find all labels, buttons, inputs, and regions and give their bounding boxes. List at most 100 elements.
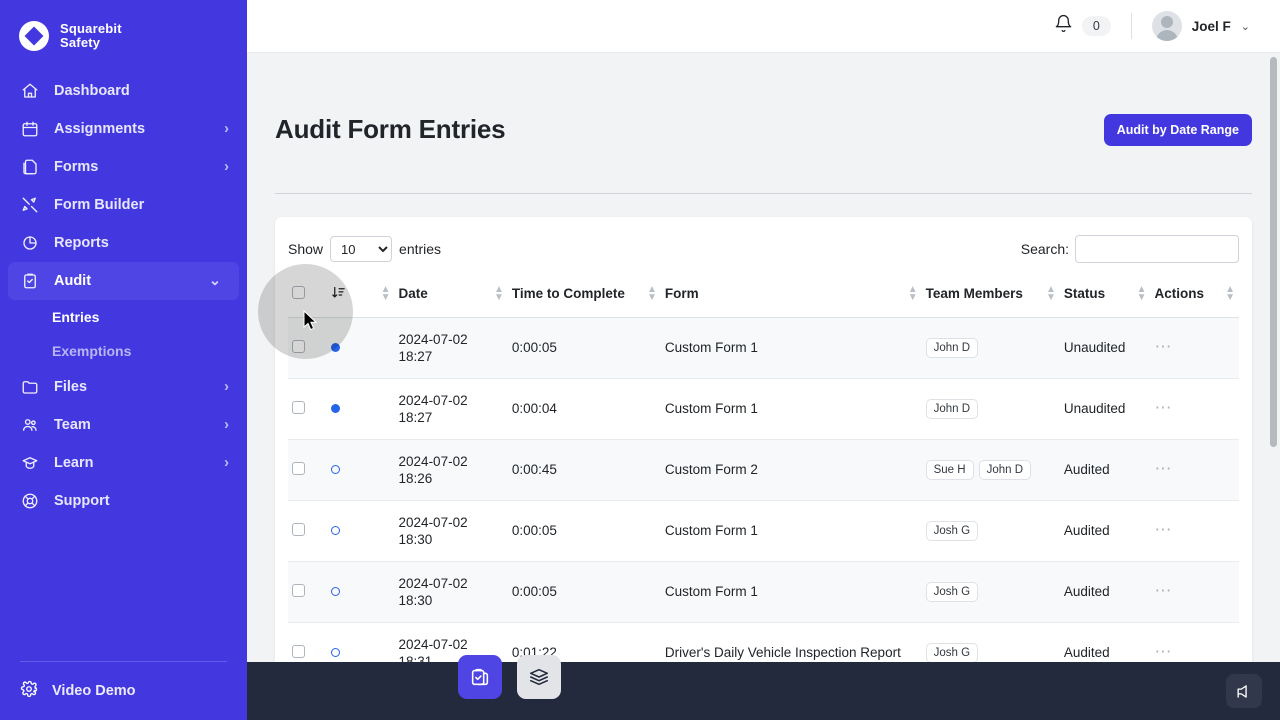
cell-select[interactable] bbox=[288, 439, 327, 501]
search-input[interactable] bbox=[1075, 234, 1239, 263]
cell-actions[interactable]: ⋯ bbox=[1150, 561, 1239, 623]
header-divider bbox=[275, 192, 1252, 194]
chevron-down-icon[interactable]: ⌄ bbox=[1241, 20, 1250, 33]
row-checkbox[interactable] bbox=[292, 583, 305, 597]
th-team-members[interactable]: Team Members ▲ ▼ bbox=[921, 276, 1060, 318]
sidebar-item-audit[interactable]: Audit ⌄ bbox=[8, 262, 239, 300]
row-time: 18:27 bbox=[398, 348, 433, 364]
sidebar-item-label: Dashboard bbox=[54, 83, 130, 99]
sidebar-item-label: Audit bbox=[54, 273, 92, 289]
th-status[interactable]: Status ▲ ▼ bbox=[1059, 276, 1151, 318]
page-length-select[interactable]: 10 25 50 100 bbox=[330, 235, 393, 262]
team-member-chip: John D bbox=[925, 337, 979, 358]
graduation-icon bbox=[20, 453, 40, 473]
cell-select[interactable] bbox=[288, 500, 327, 562]
ellipsis-icon[interactable]: ⋯ bbox=[1155, 581, 1173, 600]
brand-logo[interactable]: Squarebit Safety bbox=[0, 0, 247, 58]
sidebar-item-reports[interactable]: Reports bbox=[0, 224, 247, 262]
select-all-checkbox[interactable] bbox=[292, 285, 305, 299]
ellipsis-icon[interactable]: ⋯ bbox=[1155, 337, 1173, 356]
sidebar-subitem-label: Exemptions bbox=[52, 343, 132, 359]
cell-actions[interactable]: ⋯ bbox=[1150, 317, 1239, 379]
audited-circle-icon bbox=[330, 526, 340, 536]
row-date: 2024-07-02 bbox=[398, 453, 468, 469]
cell-status: Unaudited bbox=[1059, 317, 1151, 379]
sort-caret-icon[interactable]: ▲ ▼ bbox=[381, 284, 391, 302]
megaphone-icon[interactable] bbox=[1226, 674, 1262, 708]
th-sort-order[interactable]: ▲ ▼ bbox=[326, 276, 395, 318]
clipboard-check-icon[interactable] bbox=[458, 655, 502, 699]
people-icon bbox=[20, 415, 40, 435]
sidebar-item-dashboard[interactable]: Dashboard bbox=[0, 72, 247, 110]
sort-caret-icon[interactable]: ▲ ▼ bbox=[1046, 284, 1056, 302]
row-checkbox[interactable] bbox=[292, 461, 305, 475]
table-row[interactable]: 2024-07-02 18:27 0:00:04 Custom Form 1 John … bbox=[288, 378, 1239, 440]
unaudited-dot-icon bbox=[330, 343, 340, 353]
table-row[interactable]: 2024-07-02 18:30 0:00:05 Custom Form 1 Josh … bbox=[288, 500, 1239, 562]
cell-time-to-complete: 0:00:05 bbox=[507, 317, 661, 379]
cell-actions[interactable]: ⋯ bbox=[1150, 439, 1239, 501]
search-label: Search: bbox=[1020, 240, 1069, 257]
chevron-right-icon: › bbox=[224, 121, 229, 137]
cell-team-members: John D bbox=[921, 378, 1060, 440]
sidebar-item-files[interactable]: Files › bbox=[0, 368, 247, 406]
ellipsis-icon[interactable]: ⋯ bbox=[1155, 642, 1173, 661]
archive-inbox-icon[interactable] bbox=[517, 655, 561, 699]
sort-caret-icon[interactable]: ▲ ▼ bbox=[647, 284, 657, 302]
th-select-all[interactable] bbox=[288, 276, 327, 318]
sidebar-item-forms[interactable]: Forms › bbox=[0, 148, 247, 186]
table-row[interactable]: 2024-07-02 18:27 0:00:05 Custom Form 1 John … bbox=[288, 317, 1239, 379]
notification-count-badge: 0 bbox=[1081, 16, 1111, 36]
cell-actions[interactable]: ⋯ bbox=[1150, 500, 1239, 562]
user-name-label: Joel F bbox=[1191, 18, 1231, 34]
notifications[interactable]: 0 bbox=[1054, 14, 1111, 38]
row-checkbox[interactable] bbox=[292, 644, 305, 658]
sidebar-item-form-builder[interactable]: Form Builder bbox=[0, 186, 247, 224]
row-date: 2024-07-02 bbox=[398, 392, 468, 408]
diamond-logo-icon bbox=[18, 20, 50, 52]
table-row[interactable]: 2024-07-02 18:30 0:00:05 Custom Form 1 Josh … bbox=[288, 561, 1239, 623]
sort-caret-icon[interactable]: ▲ ▼ bbox=[1137, 284, 1147, 302]
ellipsis-icon[interactable]: ⋯ bbox=[1155, 520, 1173, 539]
table-row[interactable]: 2024-07-02 18:26 0:00:45 Custom Form 2 Sue H… bbox=[288, 439, 1239, 501]
ellipsis-icon[interactable]: ⋯ bbox=[1155, 398, 1173, 417]
cell-date: 2024-07-02 18:27 bbox=[394, 317, 508, 379]
sort-caret-icon[interactable]: ▲ ▼ bbox=[908, 284, 918, 302]
page-scrollbar-thumb[interactable] bbox=[1270, 57, 1277, 447]
sort-descending-icon[interactable] bbox=[331, 285, 346, 303]
row-checkbox[interactable] bbox=[292, 400, 305, 414]
th-actions-label: Actions bbox=[1154, 286, 1205, 302]
cell-form: Custom Form 1 bbox=[660, 561, 922, 623]
user-menu[interactable]: Joel F ⌄ bbox=[1151, 11, 1250, 41]
cell-select[interactable] bbox=[288, 317, 327, 379]
th-time-to-complete[interactable]: Time to Complete ▲ ▼ bbox=[507, 276, 661, 318]
cell-form: Custom Form 1 bbox=[660, 500, 922, 562]
cell-actions[interactable]: ⋯ bbox=[1150, 378, 1239, 440]
row-checkbox[interactable] bbox=[292, 522, 305, 536]
ellipsis-icon[interactable]: ⋯ bbox=[1155, 459, 1173, 478]
entries-table: ▲ ▼ Date ▲ ▼ Time to Complete ▲ ▼ Form ▲… bbox=[288, 276, 1239, 720]
sidebar-item-label: Form Builder bbox=[54, 197, 145, 213]
sidebar-subitem-entries[interactable]: Entries bbox=[0, 300, 247, 334]
sidebar-item-support[interactable]: Support bbox=[0, 482, 247, 520]
th-actions[interactable]: Actions ▲ ▼ bbox=[1150, 276, 1239, 318]
sidebar-item-assignments[interactable]: Assignments › bbox=[0, 110, 247, 148]
chevron-right-icon: › bbox=[224, 159, 229, 175]
th-date[interactable]: Date ▲ ▼ bbox=[394, 276, 508, 318]
tools-icon bbox=[20, 195, 40, 215]
team-member-chip: Josh G bbox=[925, 642, 979, 663]
sidebar-item-learn[interactable]: Learn › bbox=[0, 444, 247, 482]
cell-marker bbox=[326, 439, 395, 501]
cell-marker bbox=[326, 317, 395, 379]
audit-by-date-range-button[interactable]: Audit by Date Range bbox=[1103, 113, 1252, 146]
cell-select[interactable] bbox=[288, 378, 327, 440]
sidebar-item-team[interactable]: Team › bbox=[0, 406, 247, 444]
bell-icon[interactable] bbox=[1054, 14, 1073, 38]
sort-caret-icon[interactable]: ▲ ▼ bbox=[1225, 284, 1235, 302]
th-form[interactable]: Form ▲ ▼ bbox=[660, 276, 922, 318]
sort-caret-icon[interactable]: ▲ ▼ bbox=[494, 284, 504, 302]
row-checkbox[interactable] bbox=[292, 339, 305, 353]
sidebar-subitem-exemptions[interactable]: Exemptions bbox=[0, 334, 247, 368]
sidebar-item-video-demo[interactable]: Video Demo bbox=[0, 662, 247, 720]
cell-select[interactable] bbox=[288, 561, 327, 623]
